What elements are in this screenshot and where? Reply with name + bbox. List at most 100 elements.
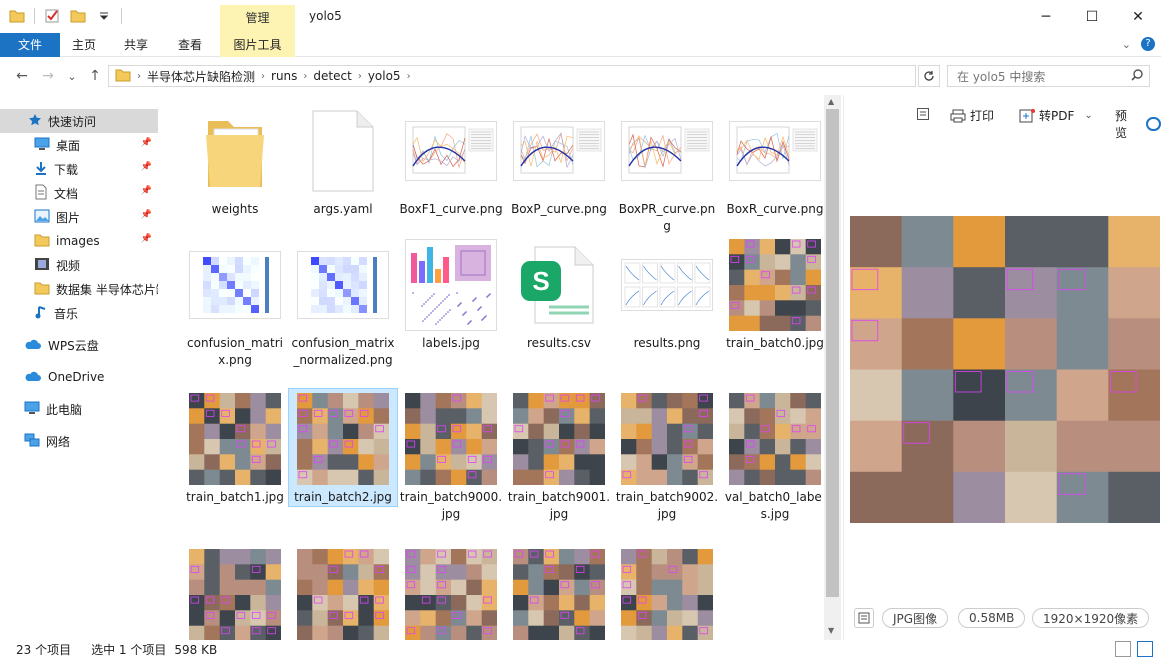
file-item[interactable]: val_batch0_pre	[181, 545, 289, 640]
sidebar-item-7[interactable]: 数据集 半导体芯片缺	[0, 277, 158, 301]
file-item[interactable]: val_batch0_labels.jpg	[721, 389, 823, 523]
explorer-window: 管理 yolo5 ─ ☐ ✕ 文件 主页 共享 查看 图片工具 ⌄ ? ← → …	[0, 0, 1161, 659]
search-placeholder: 在 yolo5 中搜索	[957, 69, 1046, 84]
sidebar-item-5[interactable]: images 📌	[0, 229, 158, 253]
file-item[interactable]: weights	[181, 101, 289, 218]
sidebar-item-0[interactable]: 快速访问	[0, 109, 158, 133]
refresh-button[interactable]	[918, 65, 940, 87]
tab-picture-tools[interactable]: 图片工具	[220, 33, 295, 57]
sidebar-item-label: images	[56, 234, 100, 248]
picture-icon	[34, 209, 50, 226]
up-button[interactable]: ↑	[85, 66, 105, 86]
tab-file[interactable]: 文件	[0, 33, 60, 57]
toggle-icon[interactable]	[1145, 117, 1161, 131]
file-item[interactable]: labels.jpg	[397, 235, 505, 352]
details-view-icon[interactable]	[1115, 641, 1131, 657]
manage-context-tab[interactable]: 管理	[220, 5, 295, 33]
help-icon[interactable]: ?	[1141, 37, 1155, 51]
chevron-right-icon[interactable]: ›	[137, 71, 141, 82]
sidebar-item-8[interactable]: 音乐	[0, 301, 158, 325]
chevron-right-icon[interactable]: ›	[261, 71, 265, 82]
pin-icon[interactable]: 📌	[141, 234, 152, 244]
file-item[interactable]: args.yaml	[289, 101, 397, 218]
file-item[interactable]: train_batch2.jpg	[288, 388, 398, 507]
file-item[interactable]: BoxF1_curve.png	[397, 101, 505, 218]
file-item[interactable]: BoxP_curve.png	[505, 101, 613, 218]
address-bar[interactable]: › 半导体芯片缺陷检测 › runs › detect › yolo5 › ⌄	[108, 65, 1020, 87]
file-item[interactable]: train_batch1.jpg	[181, 389, 289, 506]
scroll-up-icon[interactable]: ▲	[828, 97, 834, 106]
tab-view[interactable]: 查看	[168, 33, 212, 57]
vertical-scrollbar[interactable]: ▲ ▼	[824, 95, 841, 640]
chevron-right-icon[interactable]: ›	[303, 71, 307, 82]
pin-icon[interactable]: 📌	[141, 138, 152, 148]
sidebar-item-12[interactable]: 网络	[0, 429, 158, 453]
breadcrumb-item[interactable]: detect	[313, 69, 351, 83]
sidebar-item-9[interactable]: WPS云盘	[0, 333, 158, 357]
recent-locations-button[interactable]: ⌄	[62, 66, 82, 86]
file-item[interactable]: confusion_matrix.png	[181, 235, 289, 369]
large-icons-view-icon[interactable]	[1137, 641, 1153, 657]
new-folder-icon[interactable]	[69, 7, 87, 25]
file-item[interactable]: train_batch9002.jpg	[613, 389, 721, 523]
file-name: train_batch1.jpg	[186, 490, 284, 504]
breadcrumb-item[interactable]: yolo5	[368, 69, 401, 83]
breadcrumb-item[interactable]: 半导体芯片缺陷检测	[147, 68, 255, 85]
sidebar-item-11[interactable]: 此电脑	[0, 397, 158, 421]
file-item[interactable]: val_batch1_pre	[397, 545, 505, 640]
sidebar-item-label: 数据集 半导体芯片缺	[56, 282, 158, 297]
pin-icon[interactable]: 📌	[141, 162, 152, 172]
tab-home[interactable]: 主页	[62, 33, 106, 57]
search-icon[interactable]	[1130, 68, 1144, 85]
breadcrumb-item[interactable]: runs	[271, 69, 297, 83]
sidebar-item-6[interactable]: 视频	[0, 253, 158, 277]
file-name: BoxF1_curve.png	[399, 202, 503, 216]
cloud-icon	[24, 338, 42, 353]
info-icon[interactable]	[854, 608, 874, 628]
sidebar-item-10[interactable]: OneDrive	[0, 365, 158, 389]
refresh-icon	[924, 71, 934, 81]
file-item[interactable]: Sresults.csv	[505, 235, 613, 352]
file-item[interactable]: confusion_matrix_normalized.png	[289, 235, 397, 369]
file-item[interactable]: train_batch9001.jpg	[505, 389, 613, 523]
customize-qat-icon[interactable]	[95, 7, 113, 25]
folder-icon[interactable]	[8, 7, 26, 25]
sidebar-item-2[interactable]: 下载 📌	[0, 157, 158, 181]
chevron-down-icon[interactable]: ⌄	[1084, 110, 1092, 121]
file-item[interactable]: val_batch2_pre	[613, 545, 721, 640]
close-button[interactable]: ✕	[1115, 0, 1161, 33]
file-item[interactable]: BoxR_curve.png	[721, 101, 823, 218]
scroll-down-icon[interactable]: ▼	[828, 626, 834, 635]
preview-button[interactable]: 预览	[1115, 107, 1161, 141]
file-item[interactable]: BoxPR_curve.png	[613, 101, 721, 235]
file-item[interactable]: val_batch2_labe	[505, 545, 613, 640]
file-item[interactable]: results.png	[613, 235, 721, 352]
to-pdf-button[interactable]: 转PDF ⌄	[1019, 107, 1093, 124]
sidebar-item-3[interactable]: 文档 📌	[0, 181, 158, 205]
pin-icon[interactable]: 📌	[141, 186, 152, 196]
file-item[interactable]: train_batch0.jpg	[721, 235, 823, 352]
scrollbar-thumb[interactable]	[826, 109, 839, 597]
chevron-right-icon[interactable]: ›	[407, 71, 411, 82]
tab-share[interactable]: 共享	[114, 33, 158, 57]
sidebar-item-1[interactable]: 桌面 📌	[0, 133, 158, 157]
item-count: 23 个项目	[16, 643, 72, 657]
sidebar-item-4[interactable]: 图片 📌	[0, 205, 158, 229]
preview-doc-icon[interactable]	[916, 107, 930, 121]
expand-ribbon-icon[interactable]: ⌄	[1122, 38, 1131, 51]
star-icon	[28, 113, 42, 130]
forward-button[interactable]: →	[38, 66, 58, 86]
minimize-button[interactable]: ─	[1023, 0, 1069, 33]
thumbnail	[721, 389, 823, 489]
chevron-right-icon[interactable]: ›	[358, 71, 362, 82]
file-type-badge: JPG图像	[882, 608, 949, 628]
properties-icon[interactable]	[43, 7, 61, 25]
search-input[interactable]: 在 yolo5 中搜索	[947, 65, 1150, 87]
print-button[interactable]: 打印	[950, 107, 994, 124]
file-item[interactable]: val_batch1_labe	[289, 545, 397, 640]
file-item[interactable]: train_batch9000.jpg	[397, 389, 505, 523]
pin-icon[interactable]: 📌	[141, 210, 152, 220]
back-button[interactable]: ←	[12, 66, 32, 86]
maximize-button[interactable]: ☐	[1069, 0, 1115, 33]
sidebar-item-label: 文档	[54, 186, 79, 201]
